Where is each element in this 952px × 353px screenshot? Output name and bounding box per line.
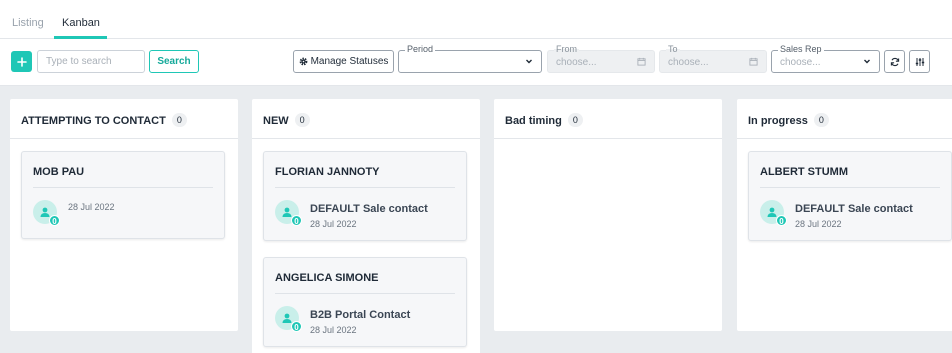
filter-settings-button[interactable] xyxy=(909,50,930,73)
manage-statuses-label: Manage Statuses xyxy=(310,56,389,67)
period-select[interactable]: Period xyxy=(398,44,542,73)
avatar: 0 xyxy=(275,306,302,332)
column-count-badge: 0 xyxy=(294,113,310,127)
column-bad-timing: Bad timing 0 xyxy=(494,99,722,331)
column-header: In progress 0 xyxy=(737,99,952,139)
avatar-badge: 0 xyxy=(49,215,60,226)
chevron-down-icon xyxy=(864,59,870,64)
avatar-badge: 0 xyxy=(291,215,302,226)
column-title: Bad timing 0 xyxy=(505,113,583,127)
column-count-badge: 0 xyxy=(813,113,829,127)
plus-icon xyxy=(16,56,27,67)
from-placeholder: choose... xyxy=(556,57,597,68)
avatar: 0 xyxy=(275,200,302,226)
avatar: 0 xyxy=(760,200,787,226)
period-label: Period xyxy=(405,44,436,54)
from-date-field[interactable]: From choose... xyxy=(547,44,655,73)
column-count-badge: 0 xyxy=(567,113,583,127)
calendar-icon xyxy=(749,57,758,66)
column-in-progress: In progress 0 ALBERT STUMM 0 DEFAULT Sale… xyxy=(737,99,952,331)
active-tab-indicator xyxy=(54,36,107,39)
sales-rep-select[interactable]: Sales Rep choose... xyxy=(771,44,880,73)
add-button[interactable] xyxy=(11,51,32,72)
column-count-badge: 0 xyxy=(171,113,187,127)
column-new: NEW 0 FLORIAN JANNOTY 0 DEFAULT Sale cont… xyxy=(252,99,480,353)
search-input[interactable] xyxy=(37,50,145,73)
lead-date: 28 Jul 2022 xyxy=(310,219,357,229)
chevron-down-icon xyxy=(526,59,532,64)
from-label: From xyxy=(554,44,579,54)
toolbar: Search Manage Statuses Period From choos… xyxy=(0,40,952,86)
lead-name: MOB PAU xyxy=(33,166,85,178)
sales-rep-placeholder: choose... xyxy=(780,57,821,68)
column-title: NEW 0 xyxy=(263,113,310,127)
view-tabs: Listing Kanban xyxy=(0,0,952,39)
lead-date: 28 Jul 2022 xyxy=(68,202,115,212)
column-header: Bad timing 0 xyxy=(494,99,722,139)
lead-contact: B2B Portal Contact xyxy=(310,309,411,321)
column-header: NEW 0 xyxy=(252,99,480,139)
avatar: 0 xyxy=(33,200,60,226)
to-placeholder: choose... xyxy=(668,57,709,68)
avatar-badge: 0 xyxy=(776,215,787,226)
avatar-badge: 0 xyxy=(291,321,302,332)
to-date-field[interactable]: To choose... xyxy=(659,44,767,73)
divider xyxy=(275,187,455,188)
divider xyxy=(275,293,455,294)
lead-card[interactable]: ANGELICA SIMONE 0 B2B Portal Contact 28 … xyxy=(263,257,467,347)
lead-contact: DEFAULT Sale contact xyxy=(795,203,913,215)
search-button[interactable]: Search xyxy=(149,50,199,73)
manage-statuses-button[interactable]: Manage Statuses xyxy=(293,50,394,73)
sales-rep-label: Sales Rep xyxy=(778,44,824,54)
lead-contact: DEFAULT Sale contact xyxy=(310,203,428,215)
column-title: ATTEMPTING TO CONTACT 0 xyxy=(21,113,187,127)
calendar-icon xyxy=(637,57,646,66)
divider xyxy=(33,187,213,188)
to-label: To xyxy=(666,44,680,54)
lead-date: 28 Jul 2022 xyxy=(310,325,357,335)
lead-card[interactable]: ALBERT STUMM 0 DEFAULT Sale contact 28 J… xyxy=(748,151,952,241)
refresh-icon xyxy=(890,57,899,66)
divider xyxy=(760,187,940,188)
refresh-button[interactable] xyxy=(884,50,905,73)
lead-card[interactable]: MOB PAU 0 28 Jul 2022 xyxy=(21,151,225,239)
column-title: In progress 0 xyxy=(748,113,829,127)
tab-listing[interactable]: Listing xyxy=(12,17,44,29)
lead-card[interactable]: FLORIAN JANNOTY 0 DEFAULT Sale contact 2… xyxy=(263,151,467,241)
lead-name: FLORIAN JANNOTY xyxy=(275,166,380,178)
tab-kanban[interactable]: Kanban xyxy=(62,17,100,29)
lead-name: ANGELICA SIMONE xyxy=(275,272,379,284)
column-header: ATTEMPTING TO CONTACT 0 xyxy=(10,99,238,139)
column-attempting-to-contact: ATTEMPTING TO CONTACT 0 MOB PAU 0 28 Jul … xyxy=(10,99,238,331)
lead-date: 28 Jul 2022 xyxy=(795,219,842,229)
lead-name: ALBERT STUMM xyxy=(760,166,848,178)
sliders-icon xyxy=(915,57,924,66)
kanban-board: ATTEMPTING TO CONTACT 0 MOB PAU 0 28 Jul … xyxy=(0,86,952,353)
gear-icon xyxy=(299,57,307,66)
